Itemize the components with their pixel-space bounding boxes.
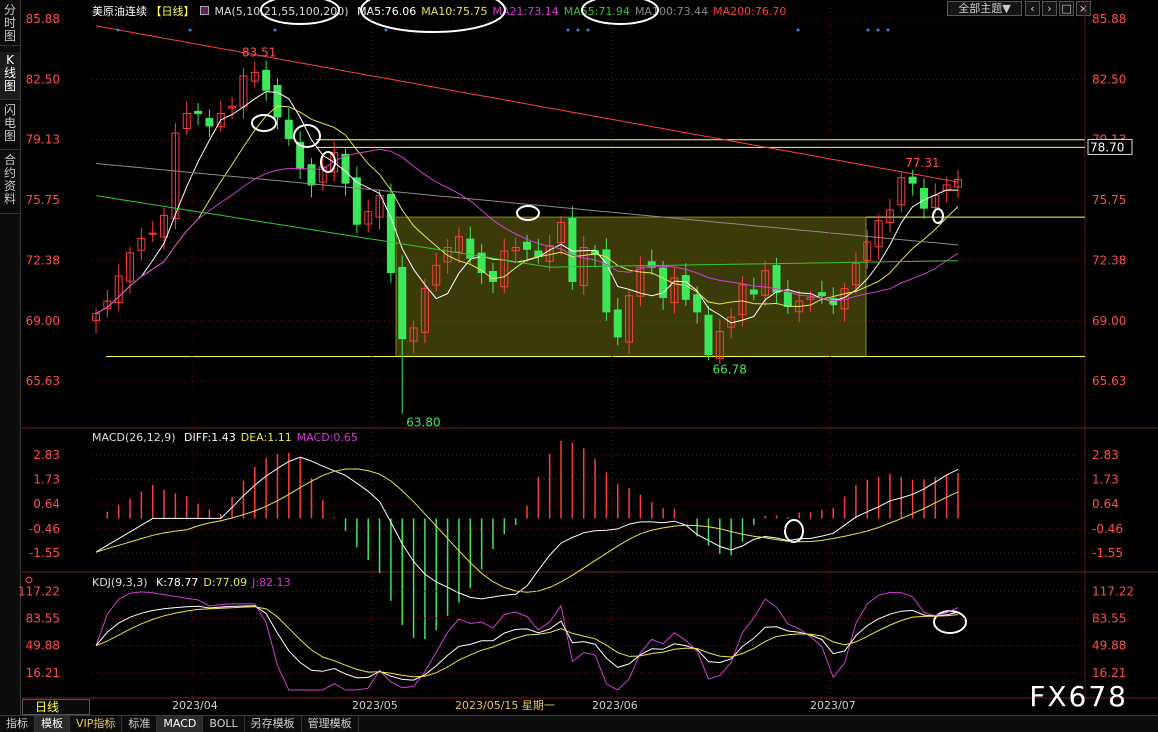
candle-body [783,291,792,307]
macd-y-tick-left: 2.83 [33,448,60,462]
toolbar-tab-1[interactable]: 模板 [35,716,70,732]
y-tick-left: 65.63 [26,374,60,388]
toolbar-tab-5[interactable]: BOLL [203,716,245,732]
macd-y-tick-left: 0.64 [33,497,60,511]
y-tick-right: 75.75 [1092,193,1126,207]
price-annotation: 66.78 [712,362,746,376]
price-marker-label: 78.70 [1090,140,1124,154]
kdj-y-tick-right: 83.55 [1092,611,1126,625]
signal-dot [586,28,590,32]
candle-body [262,69,271,91]
kdj-y-tick-left: 83.55 [26,611,60,625]
candle-body [284,119,293,139]
candle-body [307,164,316,186]
highlight-circle [293,124,321,148]
signal-dot [566,28,570,32]
macd-y-tick-right: -1.55 [1092,546,1123,560]
y-tick-right: 85.88 [1092,12,1126,26]
y-tick-right: 69.00 [1092,314,1126,328]
y-tick-right: 72.38 [1092,253,1126,267]
signal-dot [796,28,800,32]
chart-window: 分时图 K线图 闪电图 合约资料 美原油连续 【日线】 MA(5,10,21,5… [0,0,1158,732]
candle-body [194,110,203,114]
highlight-circle [932,208,944,224]
macd-dea-line [95,468,959,593]
cursor-date: 2023/05/15 星期一 [455,699,555,712]
highlight-circle [581,0,659,25]
signal-dot [576,28,580,32]
macd-y-tick-right: 0.64 [1092,497,1119,511]
y-tick-left: 85.88 [26,12,60,26]
watermark: FX678 [1029,680,1128,713]
signal-dot [116,28,120,32]
kdj-settings-icon [25,576,33,584]
x-tick: 2023/07 [810,699,856,712]
highlight-circle [260,0,340,25]
period-label: 日线 [35,700,60,714]
macd-diff-line [95,456,959,600]
signal-dot [866,28,870,32]
candle-body [523,241,531,250]
signal-dot [384,28,388,32]
toolbar-tab-3[interactable]: 标准 [122,716,158,732]
chart-canvas[interactable]: 85.8885.8882.5082.5079.1379.1375.7575.75… [0,0,1158,715]
kdj-y-tick-left: 117.22 [18,584,60,598]
y-tick-left: 82.50 [26,72,60,86]
candle-body [352,177,361,225]
toolbar-tab-2[interactable]: VIP指标 [70,716,123,732]
kdj-y-tick-right: 117.22 [1092,584,1134,598]
y-tick-left: 72.38 [26,253,60,267]
y-tick-right: 65.63 [1092,374,1126,388]
candle-body [749,289,758,295]
price-annotation: 63.80 [406,416,440,430]
macd-y-tick-right: -0.46 [1092,522,1123,536]
candle-body [693,294,702,313]
ma-line-ma200 [95,25,959,183]
price-annotation: 77.31 [905,156,939,170]
highlight-circle [360,0,506,33]
signal-dot [188,28,192,32]
toolbar-tab-7[interactable]: 管理模板 [302,716,359,732]
macd-y-tick-right: 1.73 [1092,473,1119,487]
signal-dot [273,28,277,32]
range-box [395,216,867,358]
toolbar-tab-4[interactable]: MACD [157,716,204,732]
highlight-circle [251,114,277,132]
period-label-box[interactable]: 日线 [22,699,90,715]
macd-y-tick-right: 2.83 [1092,448,1119,462]
kdj-y-tick-left: 16.21 [26,666,60,680]
toolbar-tab-6[interactable]: 另存模板 [245,716,302,732]
candle-body [341,153,350,184]
signal-dot [876,28,880,32]
candle-body [386,194,395,274]
y-tick-left: 69.00 [26,314,60,328]
kdj-y-tick-left: 49.88 [26,639,60,653]
y-tick-left: 75.75 [26,193,60,207]
signal-dot [886,28,890,32]
candle-body [398,266,407,340]
y-tick-left: 79.13 [26,133,60,147]
x-tick: 2023/05 [352,699,398,712]
candle-body [613,309,622,338]
toolbar-tab-0[interactable]: 指标 [0,716,35,732]
y-tick-right: 82.50 [1092,72,1126,86]
x-tick: 2023/04 [172,699,218,712]
candle-body [908,176,917,184]
candle-body [704,314,713,356]
macd-y-tick-left: -1.55 [29,546,60,560]
candle-body [273,84,282,118]
candle-body [817,292,826,297]
kdj-y-tick-right: 16.21 [1092,666,1126,680]
x-tick: 2023/06 [592,699,638,712]
macd-y-tick-left: 1.73 [33,473,60,487]
candle-body [205,118,214,127]
price-annotation: 83.51 [242,45,276,59]
macd-y-tick-left: -0.46 [29,522,60,536]
bottom-toolbar: 指标 模板 VIP指标 标准 MACD BOLL 另存模板 管理模板 [0,715,1158,732]
kdj-y-tick-right: 49.88 [1092,639,1126,653]
